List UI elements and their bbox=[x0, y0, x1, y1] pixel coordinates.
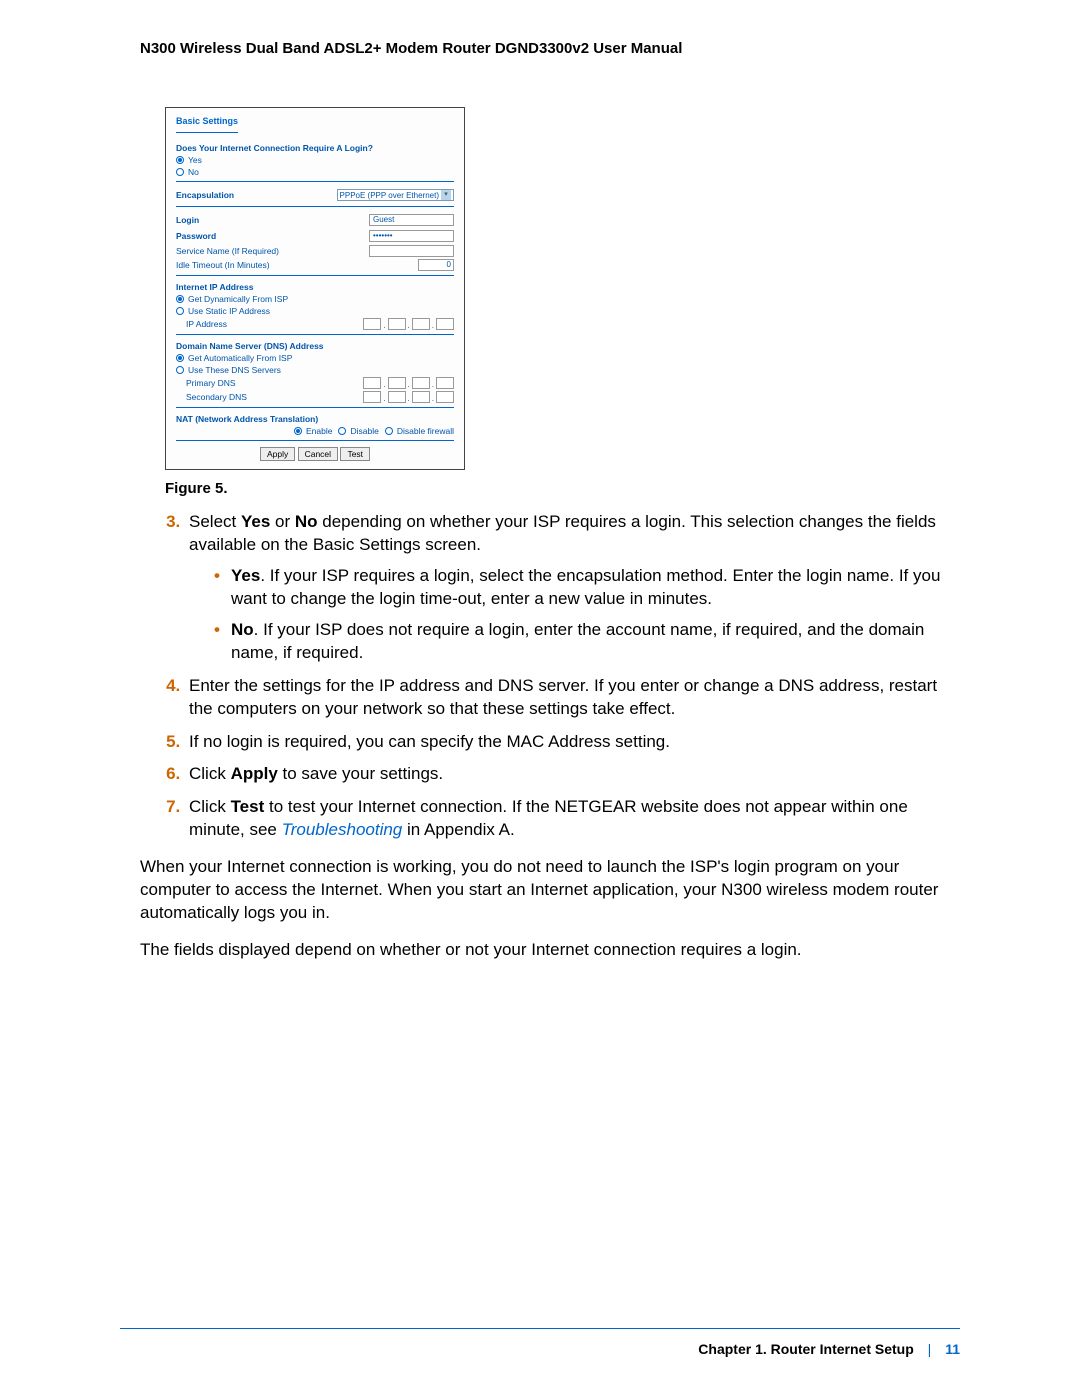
radio-label: Use These DNS Servers bbox=[188, 365, 281, 375]
radio-label: Disable firewall bbox=[397, 426, 454, 436]
footer-separator: | bbox=[928, 1341, 932, 1357]
input-primary-dns[interactable]: . . . bbox=[363, 377, 454, 389]
link-troubleshooting[interactable]: Troubleshooting bbox=[282, 820, 403, 839]
figure-basic-settings-panel: Basic Settings Does Your Internet Connec… bbox=[165, 107, 465, 470]
radio-icon bbox=[338, 427, 346, 435]
panel-title: Basic Settings bbox=[176, 116, 238, 133]
radio-icon bbox=[294, 427, 302, 435]
paragraph-connection-working: When your Internet connection is working… bbox=[140, 856, 960, 925]
step-3: Select Yes or No depending on whether yo… bbox=[185, 511, 960, 665]
step-4: Enter the settings for the IP address an… bbox=[185, 675, 960, 721]
select-encapsulation[interactable]: PPPoE (PPP over Ethernet) ▾ bbox=[337, 189, 454, 201]
radio-label: Enable bbox=[306, 426, 332, 436]
label-ip-address: IP Address bbox=[186, 319, 227, 329]
cancel-button[interactable]: Cancel bbox=[298, 447, 338, 461]
radio-icon bbox=[176, 307, 184, 315]
label-encapsulation: Encapsulation bbox=[176, 190, 234, 200]
input-service-name[interactable] bbox=[369, 245, 454, 257]
radio-icon bbox=[176, 366, 184, 374]
label-service-name: Service Name (If Required) bbox=[176, 246, 279, 256]
paragraph-fields-depend: The fields displayed depend on whether o… bbox=[140, 939, 960, 962]
radio-icon bbox=[385, 427, 393, 435]
radio-label: Disable bbox=[350, 426, 378, 436]
label-password: Password bbox=[176, 231, 216, 241]
radio-label: Use Static IP Address bbox=[188, 306, 270, 316]
label-idle-timeout: Idle Timeout (In Minutes) bbox=[176, 260, 270, 270]
select-value: PPPoE (PPP over Ethernet) bbox=[340, 191, 439, 200]
figure-caption: Figure 5. bbox=[165, 480, 960, 497]
radio-nat-disable[interactable]: Disable bbox=[338, 426, 378, 436]
label-login: Login bbox=[176, 215, 199, 225]
radio-login-yes[interactable]: Yes bbox=[176, 155, 454, 165]
divider bbox=[176, 334, 454, 335]
radio-label: Get Dynamically From ISP bbox=[188, 294, 288, 304]
radio-icon bbox=[176, 168, 184, 176]
step-6: Click Apply to save your settings. bbox=[185, 763, 960, 786]
apply-button[interactable]: Apply bbox=[260, 447, 295, 461]
input-secondary-dns[interactable]: . . . bbox=[363, 391, 454, 403]
input-login[interactable]: Guest bbox=[369, 214, 454, 226]
document-header-title: N300 Wireless Dual Band ADSL2+ Modem Rou… bbox=[140, 40, 960, 57]
step-5: If no login is required, you can specify… bbox=[185, 731, 960, 754]
radio-nat-disable-firewall[interactable]: Disable firewall bbox=[385, 426, 454, 436]
label-nat: NAT (Network Address Translation) bbox=[176, 414, 454, 424]
input-password[interactable]: ••••••• bbox=[369, 230, 454, 242]
label-dns: Domain Name Server (DNS) Address bbox=[176, 341, 454, 351]
radio-label: Yes bbox=[188, 155, 202, 165]
radio-label: Get Automatically From ISP bbox=[188, 353, 292, 363]
radio-icon bbox=[176, 156, 184, 164]
radio-get-dynamic[interactable]: Get Dynamically From ISP bbox=[176, 294, 454, 304]
step-7: Click Test to test your Internet connect… bbox=[185, 796, 960, 842]
radio-dns-manual[interactable]: Use These DNS Servers bbox=[176, 365, 454, 375]
radio-dns-auto[interactable]: Get Automatically From ISP bbox=[176, 353, 454, 363]
footer-chapter: Chapter 1. Router Internet Setup bbox=[698, 1341, 913, 1357]
label-require-login: Does Your Internet Connection Require A … bbox=[176, 143, 454, 153]
divider bbox=[176, 206, 454, 207]
divider bbox=[176, 440, 454, 441]
page-footer: Chapter 1. Router Internet Setup | 11 bbox=[120, 1328, 960, 1357]
radio-icon bbox=[176, 295, 184, 303]
step-3-bullet-yes: Yes. If your ISP requires a login, selec… bbox=[219, 565, 960, 611]
divider bbox=[176, 407, 454, 408]
radio-icon bbox=[176, 354, 184, 362]
label-internet-ip: Internet IP Address bbox=[176, 282, 454, 292]
step-3-bullet-no: No. If your ISP does not require a login… bbox=[219, 619, 960, 665]
chevron-down-icon: ▾ bbox=[441, 190, 451, 200]
divider bbox=[176, 181, 454, 182]
radio-login-no[interactable]: No bbox=[176, 167, 454, 177]
input-idle-timeout[interactable]: 0 bbox=[418, 259, 454, 271]
radio-label: No bbox=[188, 167, 199, 177]
label-primary-dns: Primary DNS bbox=[186, 378, 236, 388]
divider bbox=[176, 275, 454, 276]
input-ip-address[interactable]: . . . bbox=[363, 318, 454, 330]
footer-page-number: 11 bbox=[945, 1341, 960, 1357]
radio-use-static[interactable]: Use Static IP Address bbox=[176, 306, 454, 316]
radio-nat-enable[interactable]: Enable bbox=[294, 426, 332, 436]
test-button[interactable]: Test bbox=[340, 447, 370, 461]
label-secondary-dns: Secondary DNS bbox=[186, 392, 247, 402]
